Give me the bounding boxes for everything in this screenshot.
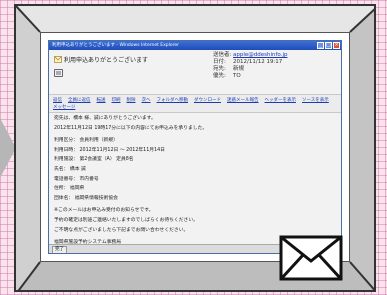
meta-key: 宛先:: [213, 66, 226, 72]
meta-key: 日付:: [213, 59, 226, 65]
link-print[interactable]: 印刷: [112, 97, 121, 103]
body-line: ※このメールはお申込み受付のお知らせです。: [54, 208, 154, 214]
mail-app-icon: [54, 56, 62, 63]
meta-value: TO: [233, 73, 241, 79]
meta-key: 送信者:: [213, 52, 232, 58]
body-line: 氏名： 橋本 誠: [54, 166, 86, 172]
status-label: 完了: [52, 246, 67, 253]
meta-value: 新規: [233, 66, 245, 72]
body-line: 住所： 福岡県: [54, 186, 85, 192]
body-line: 予約の確定は別途ご連絡いたしますのでしばらくお待ちください。: [54, 217, 198, 223]
window-title: 利用申込ありがとうございます - Windows Internet Explor…: [52, 43, 180, 48]
link-delete[interactable]: 削除: [127, 97, 136, 103]
link-spam-report[interactable]: 迷惑メール報告: [227, 97, 259, 103]
body-line: 利用日時： 2012年11月12日 〜 2012年11月14日: [54, 147, 165, 153]
body-line: 団体名： 福岡県情報技術協会: [54, 195, 118, 201]
meta-row-sender: 送信者: apple@ddeshinfo.jp: [213, 52, 287, 59]
sender-link[interactable]: apple@ddeshinfo.jp: [233, 52, 287, 59]
browser-window: 利用申込ありがとうございます - Windows Internet Explor…: [48, 40, 342, 254]
screenshot-panel: 利用申込ありがとうございます - Windows Internet Explor…: [40, 32, 350, 281]
link-show-header[interactable]: ヘッダーを表示: [265, 97, 297, 103]
meta-row-date: 日付: 2012/11/12 19:17: [213, 59, 287, 66]
link-show-source[interactable]: ソースを表示: [302, 97, 329, 103]
link-reply-all[interactable]: 全員に返信: [68, 97, 91, 103]
body-line: 利用施設： 第2会議室（A） 定員8名: [54, 157, 134, 163]
link-next[interactable]: 次へ: [142, 97, 151, 103]
link-reply[interactable]: 返信: [53, 97, 62, 103]
body-line: 利用区分： 会員利用（新規）: [54, 138, 118, 144]
mail-header: 利用申込ありがとうございます 送信者: apple@ddeshinfo.jp 日…: [49, 50, 341, 94]
body-line: 2012年11月12日 19時17分に以下の内容にてお申込みを承りました。: [54, 125, 208, 131]
body-line: 宛先は、橋本 様、誠にありがとうございます。: [54, 116, 156, 121]
link-move-folder[interactable]: フォルダへ移動: [157, 97, 189, 103]
message-tool-icon[interactable]: [54, 69, 63, 77]
meta-row-to: 宛先: 新規: [213, 66, 287, 73]
mail-action-links: 返信 全員に返信 転送 印刷 削除 次へ フォルダへ移動 ダウンロード 迷惑メー…: [49, 94, 341, 113]
close-button[interactable]: ×: [333, 42, 340, 49]
meta-key: 優先:: [213, 73, 226, 79]
mail-meta: 送信者: apple@ddeshinfo.jp 日付: 2012/11/12 1…: [213, 52, 287, 80]
body-line: 電話番号： 市内番号: [54, 176, 99, 182]
mail-subject-row: 利用申込ありがとうございます: [54, 55, 148, 64]
beveled-frame: 利用申込ありがとうございます - Windows Internet Explor…: [14, 4, 376, 292]
envelope-icon: [279, 235, 343, 281]
link-forward[interactable]: 転送: [97, 97, 106, 103]
mail-body: 宛先は、橋本 様、誠にありがとうございます。 2012年11月12日 19時17…: [49, 113, 341, 253]
window-titlebar: 利用申込ありがとうございます - Windows Internet Explor…: [49, 41, 341, 50]
body-line: ご不明な点がございましたら下記までお問い合わせください。: [54, 227, 189, 233]
link-message[interactable]: メッセージ: [53, 104, 75, 110]
mail-subject: 利用申込ありがとうございます: [64, 57, 149, 64]
minimize-button[interactable]: _: [317, 42, 324, 49]
meta-value: 2012/11/12 19:17: [233, 59, 283, 65]
link-download[interactable]: ダウンロード: [194, 97, 221, 103]
meta-row-priority: 優先: TO: [213, 73, 287, 80]
maximize-button[interactable]: □: [325, 42, 332, 49]
